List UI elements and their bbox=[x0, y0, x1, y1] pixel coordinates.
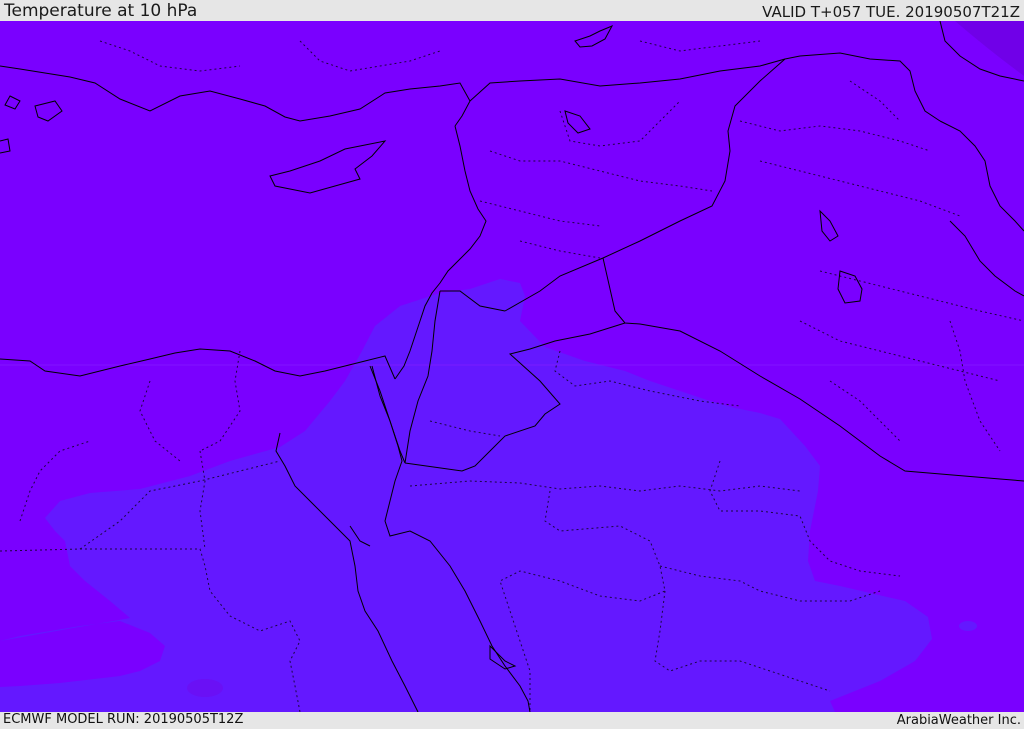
credit-label: ArabiaWeather Inc. bbox=[896, 713, 1021, 728]
valid-time-label: VALID T+057 TUE. 20190507T21Z bbox=[762, 3, 1020, 21]
map-canvas bbox=[0, 21, 1024, 712]
small-cold-blob bbox=[187, 679, 223, 697]
temperature-map bbox=[0, 21, 1024, 712]
header-bar: Temperature at 10 hPa VALID T+057 TUE. 2… bbox=[0, 0, 1024, 21]
small-warm-blob bbox=[959, 621, 977, 631]
model-run-label: ECMWF MODEL RUN: 20190505T12Z bbox=[3, 712, 244, 727]
footer-bar: ECMWF MODEL RUN: 20190505T12Z ArabiaWeat… bbox=[0, 712, 1024, 729]
map-title: Temperature at 10 hPa bbox=[4, 1, 198, 21]
